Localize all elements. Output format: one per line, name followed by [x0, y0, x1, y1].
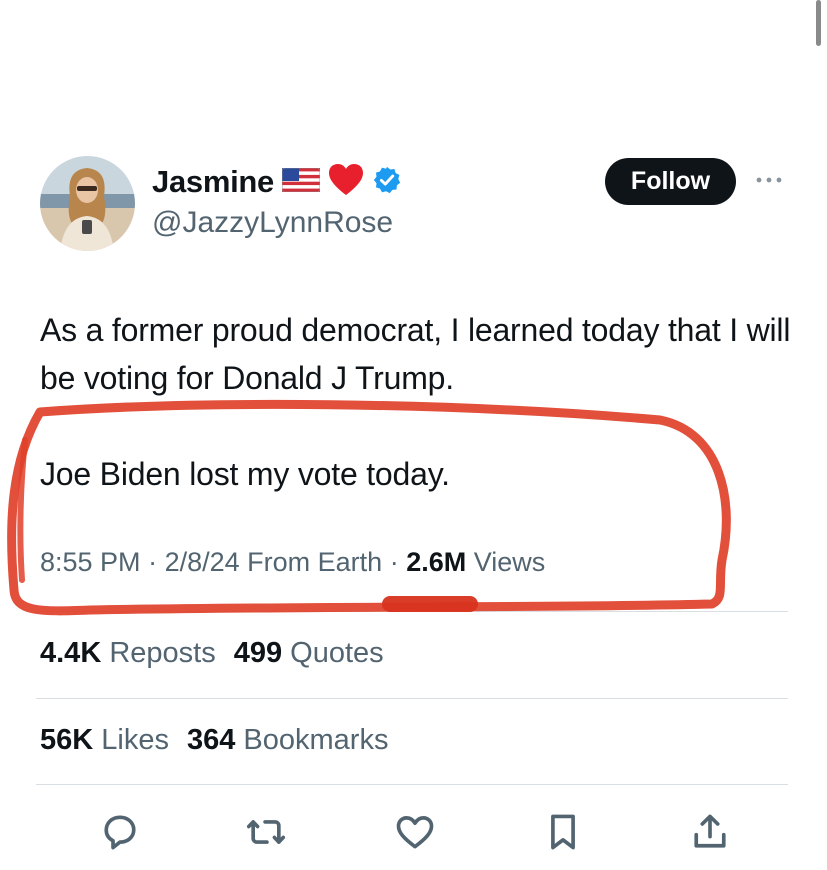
repost-icon [246, 820, 286, 844]
reply-icon [104, 815, 136, 850]
like-icon [396, 816, 434, 849]
divider [36, 698, 788, 699]
likes-label: Likes [101, 724, 169, 756]
more-icon[interactable] [750, 168, 790, 192]
author-name-row[interactable]: Jasmine [152, 160, 402, 204]
avatar-photo [40, 156, 135, 251]
divider [36, 611, 788, 612]
author-handle[interactable]: @JazzyLynnRose [152, 206, 393, 240]
tweet-paragraph: As a former proud democrat, I learned to… [40, 312, 791, 396]
us-flag-emoji [281, 167, 321, 197]
tweet-date[interactable]: 2/8/24 [165, 547, 240, 577]
quotes-count: 499 [233, 637, 283, 669]
tweet-text: As a former proud democrat, I learned to… [40, 306, 800, 498]
likes-stat[interactable]: 56K Likes [40, 724, 169, 756]
follow-button[interactable]: Follow [605, 158, 736, 205]
divider [36, 784, 788, 785]
engagement-stats-row-2: 56K Likes 364 Bookmarks [40, 724, 388, 757]
red-heart-emoji [328, 163, 364, 202]
tweet-paragraph: Joe Biden lost my vote today. [40, 456, 450, 492]
like-button[interactable] [393, 810, 437, 854]
bookmark-icon [551, 814, 575, 850]
scroll-indicator[interactable] [816, 0, 821, 46]
verified-badge-icon [372, 165, 402, 200]
tweet-meta: 8:55 PM · 2/8/24 From Earth · 2.6M Views [40, 547, 546, 577]
bookmarks-count: 364 [186, 724, 236, 756]
reposts-count: 4.4K [40, 637, 102, 669]
repost-button[interactable] [244, 810, 288, 854]
share-icon [694, 814, 726, 848]
views-count: 2.6M [406, 547, 467, 577]
tweet-source: From Earth [247, 547, 383, 577]
reposts-stat[interactable]: 4.4K Reposts [40, 637, 216, 669]
avatar[interactable] [40, 156, 135, 251]
quotes-stat[interactable]: 499 Quotes [234, 637, 384, 669]
tweet-time[interactable]: 8:55 PM [40, 547, 141, 577]
author-display-name[interactable]: Jasmine [152, 164, 274, 200]
bookmark-button[interactable] [541, 810, 585, 854]
engagement-stats-row-1: 4.4K Reposts 499 Quotes [40, 637, 384, 670]
share-button[interactable] [688, 810, 732, 854]
reply-button[interactable] [98, 810, 142, 854]
reposts-label: Reposts [109, 637, 216, 669]
quotes-label: Quotes [290, 637, 384, 669]
views-label: Views [473, 547, 546, 577]
bookmarks-stat[interactable]: 364 Bookmarks [187, 724, 389, 756]
bookmarks-label: Bookmarks [243, 724, 389, 756]
likes-count: 56K [40, 724, 94, 756]
